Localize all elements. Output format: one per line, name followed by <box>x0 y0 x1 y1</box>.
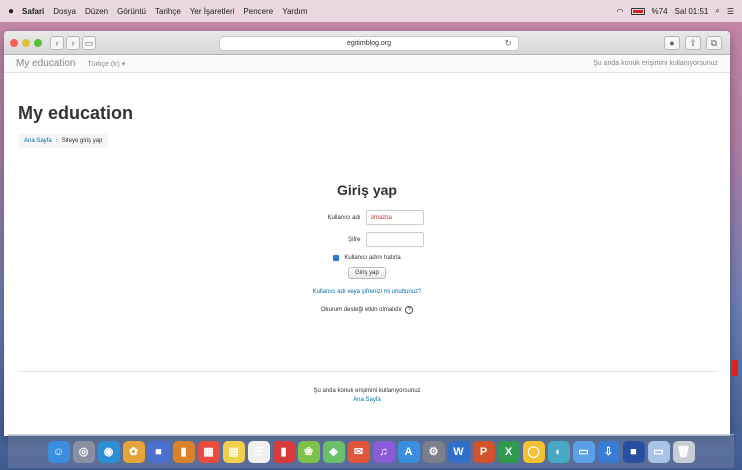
username-row: Kullanıcı adı <box>4 210 730 225</box>
login-heading: Giriş yap <box>337 182 397 198</box>
toolbar-right: ● ⇪ ⧉ <box>664 36 724 50</box>
menu-history[interactable]: Tarihçe <box>155 7 181 16</box>
guest-notice: Şu anda konuk erişimini kullanıyorsunuz <box>593 60 718 67</box>
app-icon-yellow[interactable]: ◯ <box>522 440 545 463</box>
app-icon-blue[interactable]: ■ <box>147 440 170 463</box>
launchpad-icon[interactable]: ◎ <box>72 440 95 463</box>
site-brand-link[interactable]: My education <box>16 58 75 69</box>
reload-icon[interactable]: ↻ <box>504 37 512 50</box>
language-menu[interactable]: Türkçe (tr) ▾ <box>87 60 125 68</box>
remember-username-label[interactable]: Kullanıcı adını hatırla <box>344 255 400 261</box>
login-panel: Giriş yap Kullanıcı adı Şifre Kullanıcı … <box>4 182 730 314</box>
sidebar-toggle-button[interactable]: ▭ <box>82 35 96 50</box>
menu-bar: ● Safari Dosya Düzen Görüntü Tarihçe Yer… <box>0 0 742 22</box>
footer-guest-notice: Şu anda konuk erişimini kullanıyorsunuz <box>313 388 421 394</box>
footer-divider <box>18 371 716 372</box>
browser-toolbar: ‹ › ▭ egitimblog.org ↻ ● ⇪ ⧉ <box>4 31 730 55</box>
menu-safari[interactable]: Safari <box>22 7 44 16</box>
forward-button[interactable]: › <box>66 35 80 50</box>
menu-list-icon[interactable]: ☰ <box>727 7 734 16</box>
photos-app-icon[interactable]: ✿ <box>122 440 145 463</box>
remember-username-checkbox[interactable] <box>333 255 340 261</box>
dock: ☺ ◎ ◉ ✿ ■ ▮ ▦ ▤ ☰ ▮ ❀ ◈ ✉ ♫ A ⚙ W P X ◯ ◐ ▭ ⇩ ■ ▭ 🗑 <box>8 434 734 468</box>
password-input[interactable] <box>365 232 424 247</box>
search-icon[interactable]: ⌕ <box>715 6 719 16</box>
window-icon[interactable]: ▭ <box>647 440 670 463</box>
footer-home-link[interactable]: Ana Sayfa <box>4 397 730 403</box>
menu-edit[interactable]: Düzen <box>85 7 108 16</box>
battery-percent: %74 <box>651 6 668 16</box>
site-navbar: My education Türkçe (tr) ▾ Şu anda konuk… <box>4 55 730 73</box>
clock[interactable]: Sal 01:51 <box>675 7 709 16</box>
messages-icon[interactable]: ✉ <box>347 440 370 463</box>
help-icon[interactable]: ? <box>405 306 414 314</box>
password-label: Şifre <box>348 236 361 243</box>
excel-icon[interactable]: X <box>497 440 520 463</box>
downloads-icon[interactable]: ⇩ <box>597 440 620 463</box>
trash-icon[interactable]: 🗑 <box>672 440 695 463</box>
back-button[interactable]: ‹ <box>50 35 64 50</box>
menu-file[interactable]: Dosya <box>53 7 76 16</box>
app-store-icon[interactable]: A <box>397 440 420 463</box>
forgot-password-link[interactable]: Kullanıcı adı veya şifrenizi mi unuttunu… <box>4 289 730 295</box>
url-text: egitimblog.org <box>347 40 391 47</box>
photos-icon[interactable]: ❀ <box>297 440 320 463</box>
minimize-window-button[interactable] <box>22 38 30 47</box>
powerpoint-icon[interactable]: P <box>472 440 495 463</box>
battery-icon[interactable] <box>630 7 645 15</box>
breadcrumb-home-link[interactable]: Ana Sayfa <box>24 138 52 144</box>
menu-window[interactable]: Pencere <box>243 7 273 16</box>
password-row: Şifre <box>4 232 730 247</box>
breadcrumb: Ana Sayfa › Siteye giriş yap <box>18 134 109 148</box>
wifi-icon[interactable]: ◠ <box>617 7 624 16</box>
page-footer: Şu anda konuk erişimini kullanıyorsunuz … <box>4 388 730 403</box>
side-notification-tab <box>732 360 738 376</box>
breadcrumb-current: Siteye giriş yap <box>61 138 103 144</box>
remember-row: Kullanıcı adını hatırla <box>4 255 730 261</box>
app-icon-red[interactable]: ▮ <box>272 440 295 463</box>
apple-icon[interactable]: ● <box>8 6 14 17</box>
page-title: My education <box>18 103 134 123</box>
finder-icon[interactable]: ☺ <box>47 440 70 463</box>
username-input[interactable] <box>365 210 424 225</box>
window-controls <box>10 38 42 47</box>
folder-icon[interactable]: ▭ <box>572 440 595 463</box>
reminders-icon[interactable]: ☰ <box>247 440 270 463</box>
login-button[interactable]: Giriş yap <box>348 267 386 279</box>
app-icon-darkblue[interactable]: ■ <box>622 440 645 463</box>
share-button[interactable]: ⇪ <box>685 36 701 50</box>
tabs-button[interactable]: ⧉ <box>706 36 722 50</box>
maps-icon[interactable]: ◈ <box>322 440 345 463</box>
close-window-button[interactable] <box>10 38 18 47</box>
menu-bookmarks[interactable]: Yer İşaretleri <box>190 7 235 16</box>
breadcrumb-separator: › <box>55 138 58 144</box>
cookies-notice-row: Okurum desteği etkin olmalıdır ? <box>4 306 730 314</box>
page-header: My education Ana Sayfa › Siteye giriş ya… <box>4 73 730 148</box>
calendar-icon[interactable]: ▦ <box>197 440 220 463</box>
menu-help[interactable]: Yardım <box>282 7 307 16</box>
app-icon-teal[interactable]: ◐ <box>547 440 570 463</box>
username-label: Kullanıcı adı <box>327 214 361 221</box>
notes-icon[interactable]: ▤ <box>222 440 245 463</box>
extension-icon[interactable]: ● <box>664 36 680 50</box>
preferences-icon[interactable]: ⚙ <box>422 440 445 463</box>
app-icon-orange[interactable]: ▮ <box>172 440 195 463</box>
address-bar[interactable]: egitimblog.org ↻ <box>219 36 519 51</box>
status-area: ◠ %74 Sal 01:51 ⌕ ☰ <box>617 6 734 16</box>
zoom-window-button[interactable] <box>34 38 42 47</box>
cookies-notice: Okurum desteği etkin olmalıdır <box>320 307 403 313</box>
itunes-icon[interactable]: ♫ <box>372 440 395 463</box>
browser-window: ‹ › ▭ egitimblog.org ↻ ● ⇪ ⧉ My educatio… <box>4 31 730 436</box>
safari-icon[interactable]: ◉ <box>97 440 120 463</box>
menu-view[interactable]: Görüntü <box>117 7 146 16</box>
word-icon[interactable]: W <box>447 440 470 463</box>
